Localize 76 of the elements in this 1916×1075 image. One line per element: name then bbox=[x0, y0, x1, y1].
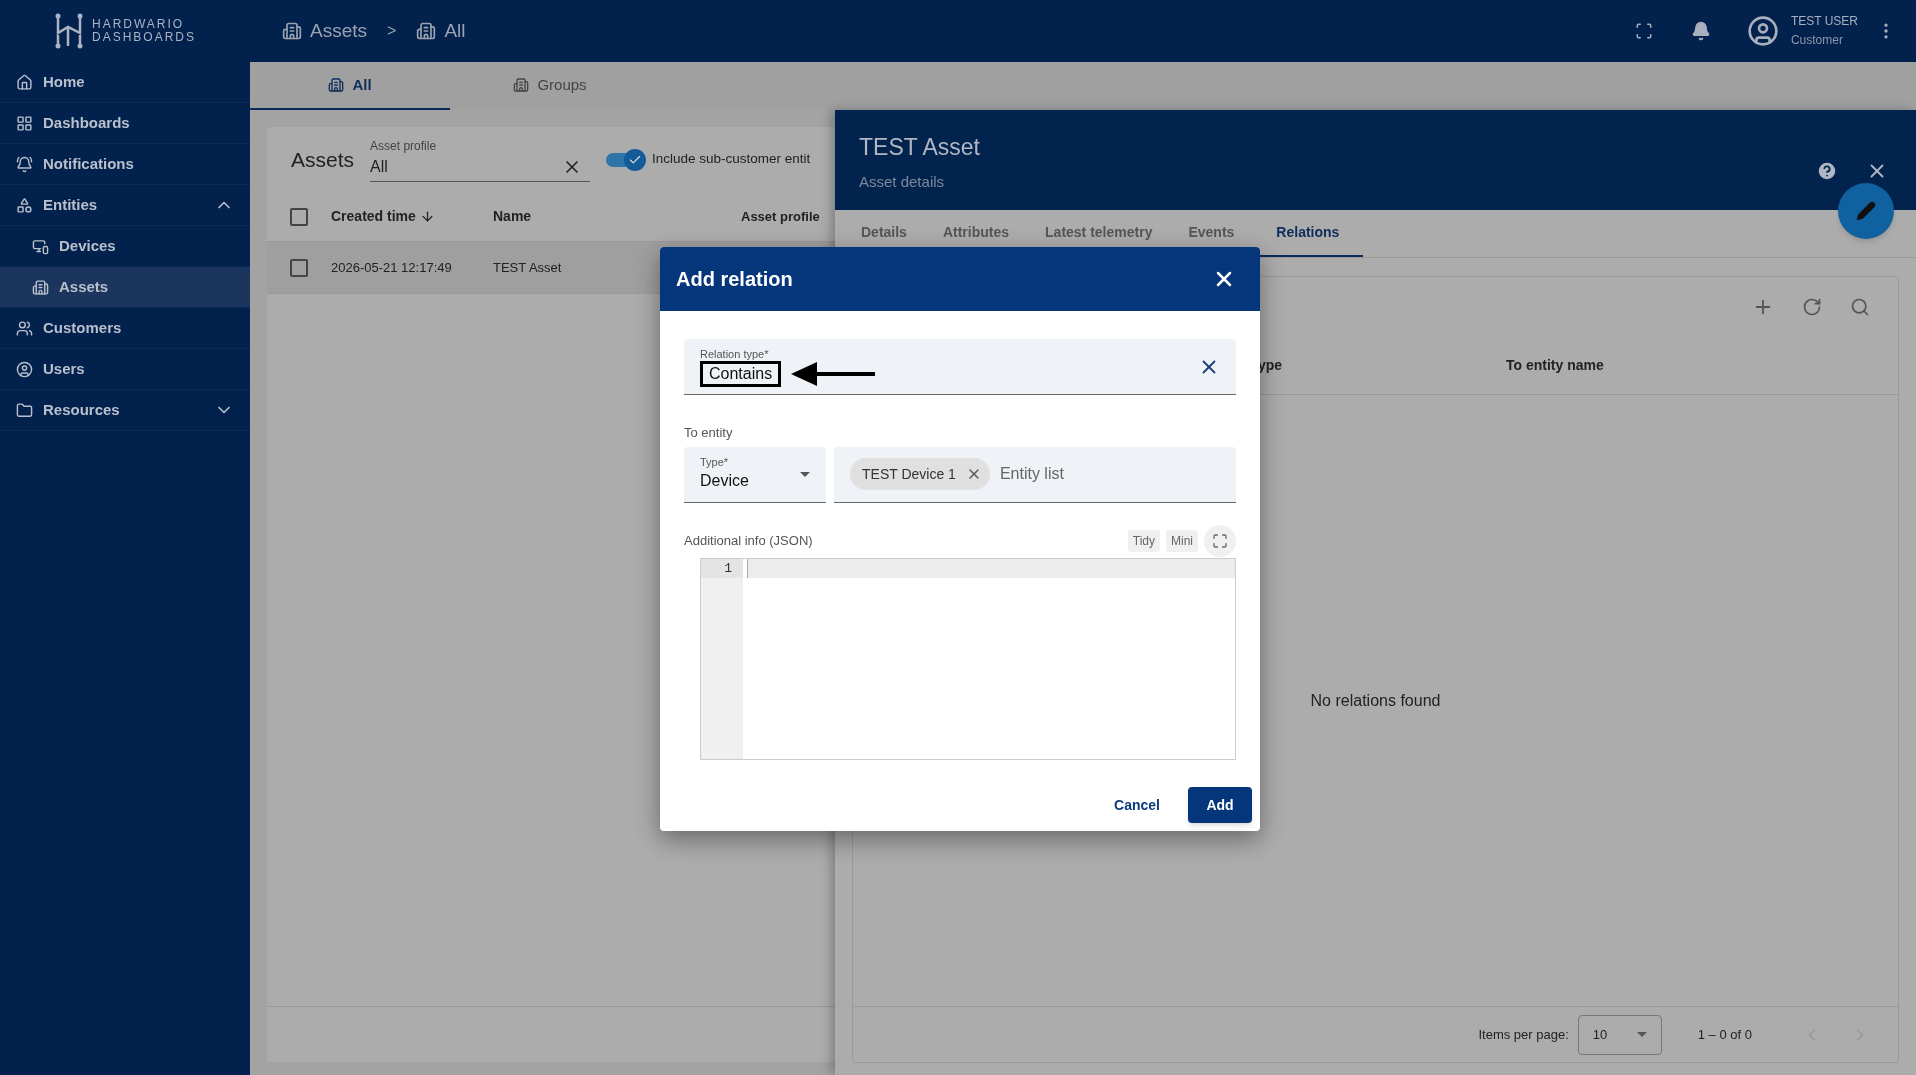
user-role: Customer bbox=[1790, 32, 1844, 49]
building-icon bbox=[32, 278, 49, 296]
refresh-icon[interactable] bbox=[1802, 297, 1822, 317]
logo-text: HARDWARIO bbox=[92, 18, 186, 31]
people-icon bbox=[16, 319, 33, 337]
sidebar-item[interactable]: Customers bbox=[0, 308, 250, 349]
sidebar-item[interactable]: Dashboards bbox=[0, 103, 250, 144]
help-icon[interactable] bbox=[1816, 160, 1838, 182]
panel-subtitle: Asset details bbox=[859, 171, 946, 192]
column-header[interactable]: Created time bbox=[331, 206, 493, 227]
building-icon bbox=[416, 21, 437, 41]
toggle-label: Include sub-customer entit bbox=[652, 150, 811, 169]
cancel-button[interactable]: Cancel bbox=[1102, 787, 1172, 823]
table-cell-text: TEST Asset bbox=[493, 258, 563, 277]
caret-icon bbox=[800, 471, 810, 477]
user-name: TEST USER bbox=[1790, 13, 1858, 30]
editor-button[interactable]: Tidy bbox=[1127, 529, 1160, 552]
asset-profile-field[interactable]: Asset profile All bbox=[370, 137, 591, 182]
sort-arrow-icon bbox=[419, 209, 435, 224]
logo-icon bbox=[54, 13, 84, 49]
sidebar-item[interactable]: Entities bbox=[0, 185, 250, 226]
section-label: Additional info (JSON) bbox=[684, 531, 813, 550]
edit-button[interactable] bbox=[1838, 183, 1894, 239]
shapes-icon bbox=[16, 196, 33, 214]
notifications-icon[interactable] bbox=[1690, 21, 1711, 41]
breadcrumb-separator: > bbox=[387, 21, 397, 41]
editor-button[interactable]: Mini bbox=[1166, 529, 1198, 552]
type-select[interactable]: Type* Device bbox=[684, 446, 826, 503]
breadcrumb-link[interactable]: Assets bbox=[282, 16, 368, 46]
pencil-icon bbox=[1856, 201, 1876, 221]
section-label: To entity bbox=[684, 424, 734, 442]
fullscreen-button[interactable] bbox=[1204, 524, 1236, 557]
highlighted-value: Contains bbox=[700, 360, 782, 387]
dashboard-icon bbox=[16, 114, 33, 132]
search-icon[interactable] bbox=[1850, 297, 1870, 317]
avatar-icon[interactable] bbox=[1746, 15, 1779, 47]
table-cell-text: 2026-05-21 12:17:49 bbox=[331, 258, 453, 277]
page-range: 1 – 0 of 0 bbox=[1697, 1025, 1752, 1044]
home-icon bbox=[16, 73, 33, 91]
building-icon bbox=[282, 21, 302, 41]
panel-title: TEST Asset bbox=[859, 133, 980, 162]
items-per-page-label: Items per page: bbox=[1478, 1025, 1569, 1044]
bell-icon bbox=[16, 155, 33, 173]
entity-chip[interactable]: TEST Device 1 bbox=[850, 458, 990, 490]
fullscreen-icon[interactable] bbox=[1634, 22, 1653, 40]
add-button[interactable]: Add bbox=[1188, 787, 1252, 823]
tab[interactable]: All bbox=[250, 62, 450, 110]
entity-input[interactable]: Entity list bbox=[999, 462, 1220, 486]
sidebar-item[interactable]: Notifications bbox=[0, 144, 250, 185]
column-header[interactable]: Asset profile bbox=[741, 206, 820, 227]
checkbox[interactable] bbox=[290, 258, 308, 277]
relation-type-field[interactable]: Relation type* Contains bbox=[684, 339, 1236, 395]
fullscreen-icon bbox=[1212, 532, 1228, 549]
column-header[interactable]: To entity name bbox=[1506, 355, 1604, 376]
user-icon bbox=[16, 360, 33, 378]
building-icon bbox=[513, 77, 530, 93]
line-number: 1 bbox=[701, 558, 743, 578]
caret-icon bbox=[1636, 1032, 1647, 1037]
entity-list-field[interactable]: TEST Device 1 Entity list bbox=[834, 446, 1236, 503]
sidebar-item[interactable]: Assets bbox=[0, 267, 250, 308]
logo-text: DASHBOARDS bbox=[92, 31, 196, 44]
toggle-switch[interactable] bbox=[606, 148, 647, 171]
page-size-select[interactable]: 10 bbox=[1577, 1014, 1662, 1055]
sidebar-item[interactable]: Resources bbox=[0, 390, 250, 431]
column-header[interactable]: Name bbox=[493, 206, 741, 227]
sidebar-item[interactable]: Users bbox=[0, 349, 250, 390]
card-title: Assets bbox=[291, 146, 355, 173]
folder-icon bbox=[16, 401, 33, 419]
building-icon bbox=[328, 77, 345, 93]
dialog-title: Add relation bbox=[676, 267, 793, 292]
tab[interactable]: Groups bbox=[450, 62, 650, 110]
empty-message: No relations found bbox=[1310, 690, 1441, 711]
breadcrumb-link[interactable]: All bbox=[416, 16, 466, 46]
json-editor[interactable]: 1 bbox=[700, 557, 1236, 760]
devices-icon bbox=[32, 237, 49, 255]
checkbox[interactable] bbox=[290, 207, 308, 226]
